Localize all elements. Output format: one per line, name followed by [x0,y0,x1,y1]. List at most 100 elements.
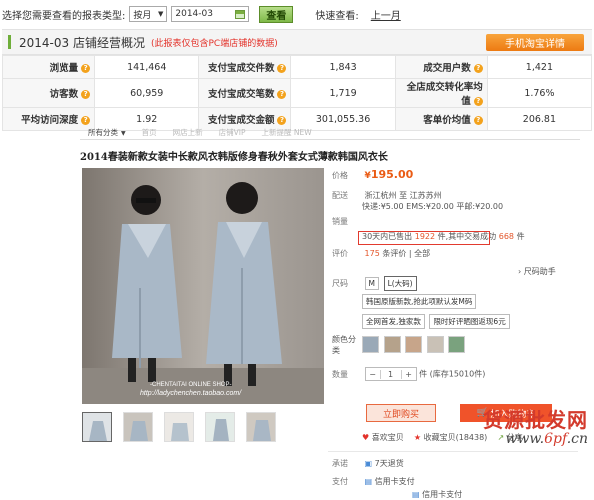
promo-tag: 韩国原版新款,抢此项默认发M码 [362,294,478,309]
buy-now-button[interactable]: 立即购买 [366,404,436,422]
date-input[interactable]: 2014-03 [171,6,250,22]
help-icon[interactable]: ? [81,116,91,125]
credit-card-icon: ▤ [364,477,373,486]
shipping-fees: 快递:¥5.00 EMS:¥20.00 平邮:¥20.00 [362,202,504,211]
help-icon[interactable]: ? [277,116,287,125]
heart-icon: ♥ [362,433,370,442]
thumbnail[interactable] [82,412,112,442]
watermark-url: www.6pf.cn [505,431,588,447]
rating-label: 评价 [332,249,348,258]
stats-table: 浏览量? 141,464 支付宝成交件数? 1,843 成交用户数? 1,421… [1,55,593,131]
help-icon[interactable]: ? [81,90,91,99]
help-icon[interactable]: ? [277,90,287,99]
product-photo: -CHENTAITAI ONLINE SHOP- http://ladychen… [82,168,324,404]
thumbnail[interactable] [205,412,235,442]
thumbnail[interactable] [123,412,153,442]
section-header: 2014-03 店铺经营概况 (此报表仅包含PC端店铺的数据) 手机淘宝详情 [2,29,592,55]
size-helper[interactable]: › 尺码助手 [518,266,556,277]
stat-key: 全店成交转化率均值? [394,78,488,108]
size-option-l[interactable]: L(大码) [383,276,417,291]
stock-text: 件 (库存15010件) [419,369,486,379]
color-label: 颜色分类 [332,335,356,355]
stat-value: 141,464 [94,55,200,79]
minus-icon[interactable]: − [366,370,380,379]
stat-key: 成交用户数? [394,55,488,79]
tab-new-arrivals[interactable]: 网店上新 [165,126,211,139]
watermark-cn: 货源批发网 [483,408,588,432]
tab-all-categories[interactable]: 所有分类 ▼ [80,126,134,139]
prev-month-link[interactable]: 上一月 [371,7,401,22]
promo-tag[interactable]: 限时好评晒图返现6元 [429,314,510,329]
divider [328,451,578,452]
color-swatch[interactable] [362,336,379,353]
price-label: 价格 [332,171,348,180]
highlight-box [358,231,490,245]
stat-key: 浏览量? [1,55,96,79]
shipping-route: 浙江杭州 至 江苏苏州 [364,191,442,200]
size-row: 尺码 M L(大码) [332,276,419,291]
price-row: 价格 ¥195.00 [332,168,413,181]
tab-home[interactable]: 首页 [134,126,165,139]
help-icon[interactable]: ? [473,116,483,125]
card-icon: ▤ [412,490,420,499]
period-value: 按月 [133,10,152,21]
period-select[interactable]: 按月 ▼ [129,6,168,22]
color-swatch[interactable] [426,336,444,353]
help-icon[interactable]: ? [473,97,483,106]
qty-label: 数量 [332,369,348,379]
stat-key: 访客数? [1,78,96,108]
filter-bar: 选择您需要查看的报表类型: 按月 ▼ 2014-03 查看 快速查看: 上一月 [0,0,594,28]
table-row: 浏览量? 141,464 支付宝成交件数? 1,843 成交用户数? 1,421 [1,55,593,79]
product-main-image[interactable]: -CHENTAITAI ONLINE SHOP- http://ladychen… [82,168,324,404]
help-icon[interactable]: ? [473,64,483,73]
chevron-down-icon: ▼ [157,10,164,18]
thumbnail[interactable] [164,412,194,442]
payment-row: 支付 ▤ 信用卡支付 [332,476,415,487]
size-label: 尺码 [332,279,348,288]
tab-vip[interactable]: 店铺VIP [211,126,254,139]
date-value: 2014-03 [175,9,213,19]
card-payment: ▤ 信用卡支付 [412,490,463,499]
calendar-icon[interactable] [235,9,246,19]
stat-value: 1,421 [486,55,593,79]
quantity-value[interactable]: 1 [379,369,402,379]
color-swatch[interactable] [383,336,401,353]
shop-nav-tabs: 所有分类 ▼ 首页 网店上新 店铺VIP 上新提醒 NEW [80,126,580,140]
stat-value: 1,719 [290,78,396,108]
favorite-button[interactable]: 收藏宝贝 [424,433,456,442]
like-button[interactable]: 喜欢宝贝 [372,433,404,442]
review-count[interactable]: 175 [365,249,380,258]
plus-icon[interactable]: + [402,370,416,379]
tab-new-reminder[interactable]: 上新提醒 NEW [254,126,320,139]
thumbnail[interactable] [246,412,276,442]
stat-value: 60,959 [94,78,200,108]
payment-label: 支付 [332,477,348,486]
color-swatch[interactable] [405,336,423,353]
site-watermark: 货源批发网 www.6pf.cn [483,404,588,447]
mobile-details-button[interactable]: 手机淘宝详情 [486,34,584,51]
price-value: ¥195.00 [364,168,414,181]
chevron-down-icon: ▼ [121,130,126,137]
watermark-url: http://ladychenchen.taobao.com/ [140,390,242,397]
stat-key: 支付宝成交笔数? [198,78,292,108]
thumbnail-strip [82,412,287,442]
help-icon[interactable]: ? [277,64,287,73]
table-row: 访客数? 60,959 支付宝成交笔数? 1,719 全店成交转化率均值? 1.… [1,78,593,108]
watermark-shop: -CHENTAITAI ONLINE SHOP- [150,382,231,388]
section-accent-bar [8,35,11,49]
deal-count: 668 [498,232,515,241]
review-suffix[interactable]: 条评价 [382,249,406,258]
stat-key: 支付宝成交件数? [198,55,292,79]
section-title: 2014-03 店铺经营概况 [19,35,145,50]
color-swatch[interactable] [448,336,466,353]
promo-tag[interactable]: 全网首发,独家款 [362,314,425,329]
view-button[interactable]: 查看 [259,5,294,23]
qty-row: 数量 − 1 + 件 (库存15010件) [332,367,485,381]
stat-value: 1,843 [290,55,396,79]
help-icon[interactable]: ? [81,64,91,73]
review-all-link[interactable]: 全部 [414,249,430,258]
section-note: (此报表仅包含PC端店铺的数据) [150,38,278,49]
size-option-m[interactable]: M [364,277,380,290]
sales-label: 销量 [332,217,348,226]
quantity-stepper[interactable]: − 1 + [364,367,417,381]
